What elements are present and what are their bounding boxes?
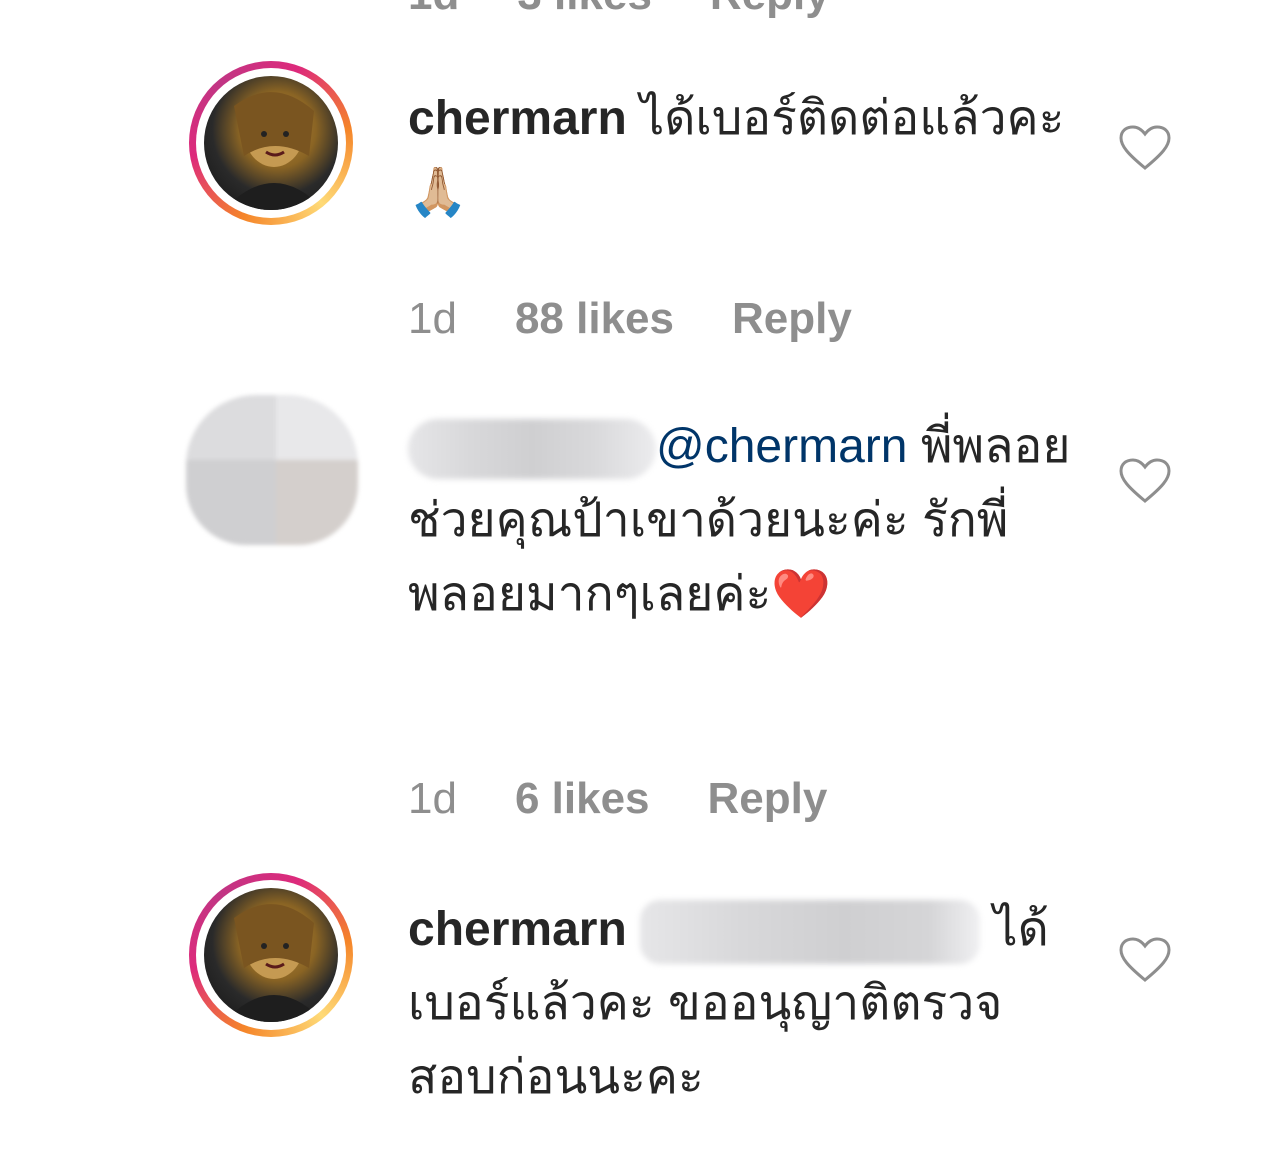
comment-username[interactable]: chermarn [408,92,627,145]
avatar-redacted[interactable] [186,395,358,545]
reply-button[interactable]: Reply [732,294,852,344]
redacted-mention[interactable] [640,900,981,965]
heart-outline-icon[interactable] [1118,936,1172,984]
heart-outline-icon[interactable] [1118,457,1172,505]
heart-outline-icon[interactable] [1118,124,1172,172]
avatar[interactable] [189,61,353,225]
comment-time: 1d [408,774,457,823]
avatar-image [204,888,338,1022]
comment-time: 1d [408,294,457,343]
reply-button[interactable]: Reply [708,774,828,824]
previous-comment-meta: 1d 3 likes Reply [408,0,830,20]
comment-body: chermarn ได้เบอร์แล้วคะ ขออนุญาติตรวจสอบ… [408,893,1088,1115]
previous-comment-likes[interactable]: 3 likes [517,0,652,20]
comment-body: @chermarn พี่พลอยช่วยคุณป้าเขาด้วยนะค่ะ … [408,410,1088,632]
comment-username[interactable]: chermarn [408,903,627,956]
avatar[interactable] [189,873,353,1037]
comment-meta: 1d 88 likes Reply [408,294,852,344]
comment-mention[interactable]: @chermarn [656,420,907,473]
avatar-image [204,76,338,210]
redacted-username[interactable] [408,419,656,480]
previous-comment-time: 1d [408,0,459,20]
comment-body: chermarn ได้เบอร์ติดต่อแล้วคะ🙏🏼 [408,82,1088,230]
comment-likes[interactable]: 6 likes [515,774,650,824]
previous-comment-reply-button[interactable]: Reply [710,0,830,20]
comment-likes[interactable]: 88 likes [515,294,674,344]
comment-meta: 1d 6 likes Reply [408,774,827,824]
